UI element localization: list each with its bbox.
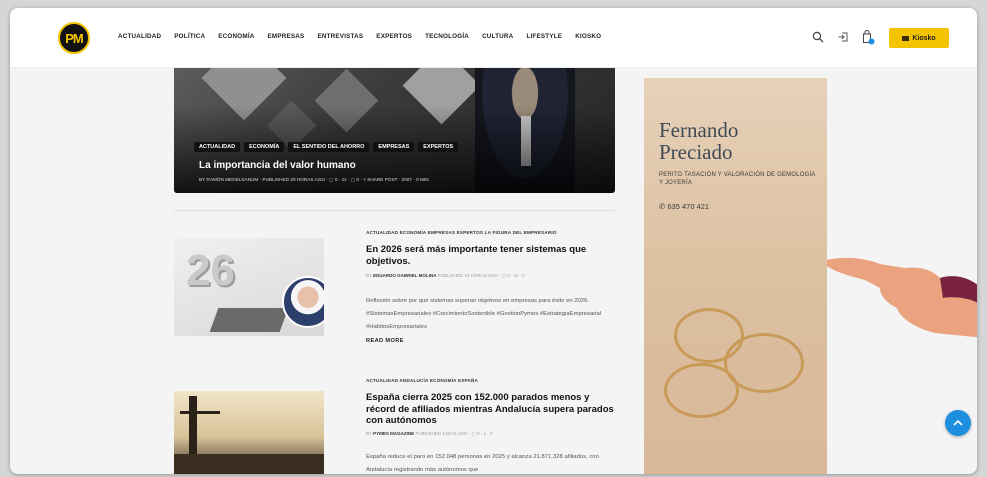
nav-item-lifestyle[interactable]: LIFESTYLE: [526, 33, 562, 40]
post-author[interactable]: EDUARDO GABRIEL MOLINA: [373, 273, 436, 278]
post-tags[interactable]: ACTUALIDAD ECONOMÍA EMPRESAS EXPERTOS LA…: [366, 230, 557, 235]
ad-subtitle: PERITO TASACIÓN Y VALORACIÓN DE GEMOLOGÍ…: [659, 172, 816, 187]
post-meta-detail: PUBLISHED 23 HORAS AGO · ▢ 0 · 11 · 0: [437, 273, 525, 278]
post-meta-detail: PUBLISHED 2 DÍAS AGO · ▢ 0 · 1 · 0: [415, 431, 493, 436]
ad-phone-row: ✆ 635 470 421: [659, 202, 709, 211]
chevron-up-icon: [953, 419, 963, 426]
login-icon[interactable]: [835, 29, 851, 45]
ad-name-line: Fernando: [659, 118, 739, 142]
search-icon[interactable]: [810, 29, 826, 45]
building-silhouette: [174, 454, 324, 474]
post-thumbnail[interactable]: 26: [174, 238, 324, 336]
pointing-hand-image: [827, 257, 977, 338]
post-title[interactable]: En 2026 será más importante tener sistem…: [366, 244, 621, 267]
post-meta: BY EDUARDO GABRIEL MOLINA PUBLISHED 23 H…: [366, 273, 525, 279]
hero-overlay: [174, 68, 615, 193]
sidebar-ad[interactable]: Fernando Preciado PERITO TASACIÓN Y VALO…: [644, 78, 827, 474]
scroll-to-top-button[interactable]: [945, 410, 971, 436]
browser-frame: PM ACTUALIDAD POLÍTICA ECONOMÍA EMPRESAS…: [10, 8, 977, 474]
portrait-circle: [282, 276, 324, 328]
thumbnail-number: 26: [186, 246, 235, 295]
logo-text: PM: [65, 30, 83, 46]
section-divider: [174, 210, 615, 211]
featured-title[interactable]: La importancia del valor humano: [199, 160, 356, 171]
featured-tag[interactable]: EXPERTOS: [418, 142, 459, 152]
post-title[interactable]: España cierra 2025 con 152.000 parados m…: [366, 392, 621, 427]
nav-item-tecnologia[interactable]: TECNOLOGÍA: [425, 33, 469, 40]
read-more-link[interactable]: READ MORE: [366, 338, 404, 344]
featured-tag[interactable]: ACTUALIDAD: [194, 142, 241, 152]
nav-item-economia[interactable]: ECONOMÍA: [218, 33, 254, 40]
nav-item-empresas[interactable]: EMPRESAS: [268, 33, 305, 40]
post-excerpt: España reduce el paro en 152.048 persona…: [366, 454, 599, 473]
post-thumbnail[interactable]: [174, 391, 324, 474]
site-logo[interactable]: PM: [58, 22, 90, 54]
post-meta: BY PYMES MAGAZINE PUBLISHED 2 DÍAS AGO ·…: [366, 431, 492, 437]
post-author[interactable]: PYMES MAGAZINE: [373, 431, 414, 436]
ad-name-line: Preciado: [659, 140, 733, 164]
post-excerpt: Reflexión sobre por qué sistemas superan…: [366, 298, 602, 330]
featured-tag[interactable]: ECONOMÍA: [244, 142, 285, 152]
ring-shape: [664, 363, 739, 418]
featured-tags: ACTUALIDAD ECONOMÍA EL SENTIDO DEL AHORR…: [194, 142, 459, 152]
calculator-shape: [209, 308, 289, 332]
nav-item-expertos[interactable]: EXPERTOS: [376, 33, 412, 40]
featured-tag[interactable]: EL SENTIDO DEL AHORRO: [288, 142, 370, 152]
nav-item-cultura[interactable]: CULTURA: [482, 33, 513, 40]
featured-tag[interactable]: EMPRESAS: [373, 142, 415, 152]
ad-name: Fernando Preciado: [659, 119, 738, 163]
ad-phone: 635 470 421: [667, 202, 710, 211]
nav-item-entrevistas[interactable]: ENTREVISTAS: [317, 33, 363, 40]
kiosko-icon: [902, 35, 910, 41]
nav-item-politica[interactable]: POLÍTICA: [174, 33, 205, 40]
kiosko-label: Kiosko: [912, 34, 936, 42]
main-nav: ACTUALIDAD POLÍTICA ECONOMÍA EMPRESAS EN…: [118, 33, 601, 40]
crane-shape: [180, 411, 220, 414]
featured-meta: BY RAMÓN MEDELSANUM · PUBLISHED 20 HORAS…: [199, 177, 429, 182]
post-tags[interactable]: ACTUALIDAD ANDALUCÍA ECONOMÍA ESPAÑA: [366, 378, 478, 383]
nav-item-actualidad[interactable]: ACTUALIDAD: [118, 33, 161, 40]
site-header: PM ACTUALIDAD POLÍTICA ECONOMÍA EMPRESAS…: [10, 8, 977, 68]
featured-post-image[interactable]: ACTUALIDAD ECONOMÍA EL SENTIDO DEL AHORR…: [174, 68, 615, 193]
cart-icon[interactable]: [860, 29, 876, 45]
nav-item-kiosko[interactable]: KIOSKO: [575, 33, 601, 40]
kiosko-button[interactable]: Kiosko: [889, 28, 949, 48]
